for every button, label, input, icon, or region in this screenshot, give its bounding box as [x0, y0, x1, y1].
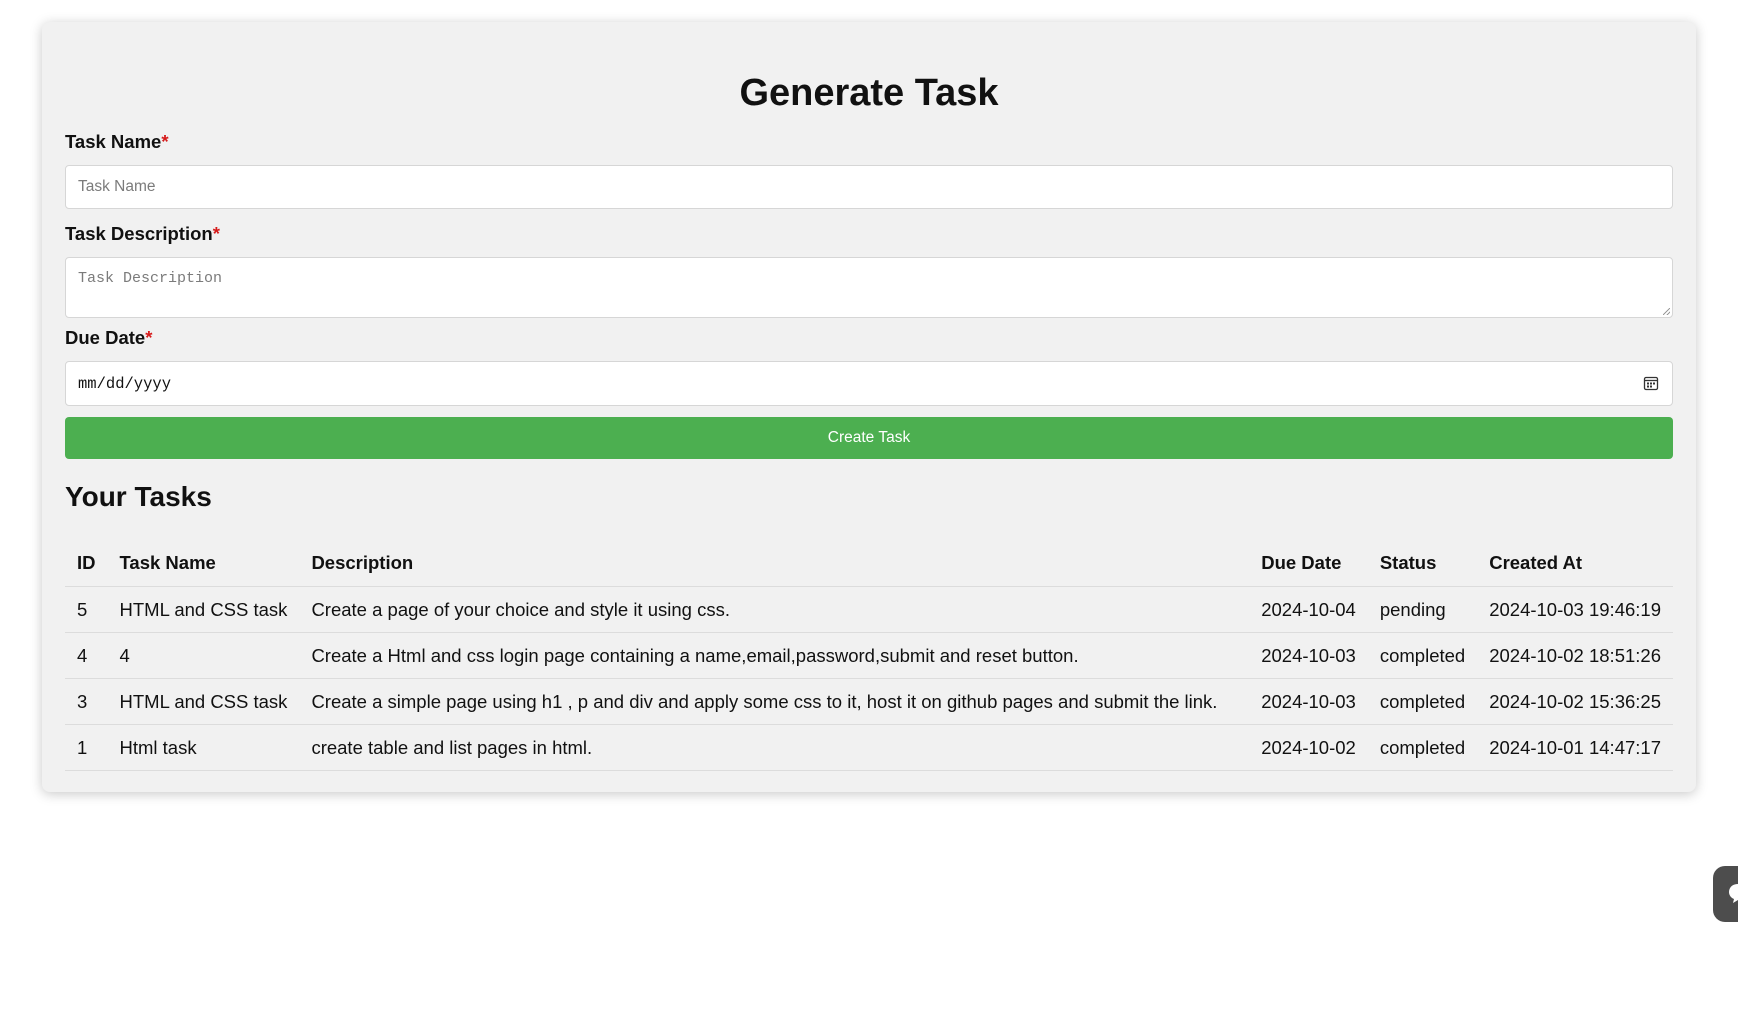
- task-description-label: Task Description*: [65, 223, 220, 244]
- due-date-placeholder: mm/dd/yyyy: [78, 374, 172, 393]
- column-header-due-date: Due Date: [1249, 540, 1368, 587]
- table-header-row: ID Task Name Description Due Date Status…: [65, 540, 1673, 587]
- tasks-table: ID Task Name Description Due Date Status…: [65, 540, 1673, 771]
- task-description-input[interactable]: [65, 257, 1673, 318]
- cell-task-name: Html task: [107, 724, 300, 771]
- cell-due-date: 2024-10-04: [1249, 586, 1368, 633]
- cell-created-at: 2024-10-01 14:47:17: [1477, 724, 1673, 771]
- chat-widget-button[interactable]: [1713, 866, 1738, 922]
- resize-handle-icon[interactable]: [1663, 308, 1670, 315]
- calendar-icon[interactable]: [1643, 375, 1659, 391]
- table-row: 4 4 Create a Html and css login page con…: [65, 632, 1673, 679]
- required-marker: *: [145, 327, 153, 348]
- page-title: Generate Task: [739, 72, 999, 114]
- cell-status: completed: [1367, 724, 1478, 771]
- cell-task-name: HTML and CSS task: [107, 678, 300, 725]
- task-card: Generate Task Task Name* Task Descriptio…: [42, 22, 1696, 792]
- tasks-heading: Your Tasks: [65, 481, 212, 512]
- column-header-task-name: Task Name: [107, 540, 300, 587]
- chat-bubble-icon: [1729, 884, 1738, 903]
- column-header-description: Description: [299, 540, 1250, 587]
- cell-description: create table and list pages in html.: [299, 724, 1250, 771]
- cell-status: completed: [1367, 678, 1478, 725]
- cell-created-at: 2024-10-03 19:46:19: [1477, 586, 1673, 633]
- cell-id: 5: [65, 586, 108, 633]
- task-name-input[interactable]: [65, 165, 1673, 209]
- cell-created-at: 2024-10-02 18:51:26: [1477, 632, 1673, 679]
- cell-task-name: HTML and CSS task: [107, 586, 300, 633]
- cell-due-date: 2024-10-03: [1249, 678, 1368, 725]
- column-header-created-at: Created At: [1477, 540, 1673, 587]
- table-row: 5 HTML and CSS task Create a page of you…: [65, 586, 1673, 633]
- task-description-wrapper: [65, 257, 1673, 318]
- cell-id: 4: [65, 632, 108, 679]
- due-date-input[interactable]: mm/dd/yyyy: [65, 361, 1673, 406]
- cell-task-name: 4: [107, 632, 300, 679]
- table-row: 3 HTML and CSS task Create a simple page…: [65, 678, 1673, 725]
- cell-id: 3: [65, 678, 108, 725]
- cell-created-at: 2024-10-02 15:36:25: [1477, 678, 1673, 725]
- column-header-status: Status: [1367, 540, 1478, 587]
- task-name-label: Task Name*: [65, 131, 169, 152]
- cell-description: Create a Html and css login page contain…: [299, 632, 1250, 679]
- create-task-button[interactable]: Create Task: [65, 417, 1673, 459]
- required-marker: *: [212, 223, 220, 244]
- due-date-wrapper: mm/dd/yyyy: [65, 361, 1673, 406]
- due-date-label: Due Date*: [65, 327, 153, 348]
- table-row: 1 Html task create table and list pages …: [65, 724, 1673, 771]
- column-header-id: ID: [65, 540, 108, 587]
- cell-description: Create a page of your choice and style i…: [299, 586, 1250, 633]
- cell-status: pending: [1367, 586, 1478, 633]
- cell-description: Create a simple page using h1 , p and di…: [299, 678, 1250, 725]
- cell-due-date: 2024-10-02: [1249, 724, 1368, 771]
- required-marker: *: [161, 131, 169, 152]
- cell-status: completed: [1367, 632, 1478, 679]
- cell-id: 1: [65, 724, 108, 771]
- cell-due-date: 2024-10-03: [1249, 632, 1368, 679]
